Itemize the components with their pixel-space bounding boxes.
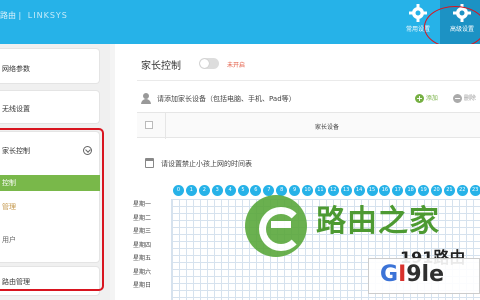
hour-chip[interactable]: 5 xyxy=(237,185,249,196)
divider xyxy=(137,80,480,81)
device-prompt: 请添加家长设备（包括电脑、手机、Pad等） xyxy=(157,95,296,103)
hour-chip[interactable]: 14 xyxy=(353,185,365,196)
parental-control-toggle[interactable] xyxy=(199,58,219,69)
hour-chip[interactable]: 16 xyxy=(379,185,391,196)
hour-chip[interactable]: 11 xyxy=(314,185,326,196)
hour-chip[interactable]: 4 xyxy=(224,185,236,196)
highlight-ring xyxy=(424,6,480,48)
hour-chip[interactable]: 15 xyxy=(366,185,378,196)
day-label: 星期三 xyxy=(133,228,152,235)
hour-chip[interactable]: 6 xyxy=(250,185,262,196)
day-label: 星期四 xyxy=(133,241,152,249)
top-bar: 路由 | LINKSYS 常用设置 高级设置 xyxy=(0,0,480,48)
hour-chip[interactable]: 9 xyxy=(289,185,301,196)
day-label: 星期一 xyxy=(133,201,152,208)
hour-chip[interactable]: 1 xyxy=(185,185,197,196)
delete-device-button[interactable]: − 删除 xyxy=(453,93,476,103)
brand: 路由 | LINKSYS xyxy=(0,10,68,21)
plus-icon: + xyxy=(415,94,424,103)
hour-chip[interactable]: 12 xyxy=(327,185,339,196)
day-label: 星期日 xyxy=(133,282,152,289)
hour-chip[interactable]: 13 xyxy=(340,185,352,196)
hour-chip[interactable]: 17 xyxy=(392,185,404,196)
table-header: 家长设备 xyxy=(315,124,340,131)
hour-chip[interactable]: 22 xyxy=(456,185,468,196)
hour-chip[interactable]: 19 xyxy=(418,185,430,196)
minus-icon: − xyxy=(453,94,462,103)
watermark-line2: GI9le xyxy=(380,262,444,287)
hour-chip[interactable]: 23 xyxy=(469,185,480,196)
sidebar-item-network[interactable]: 网络参数 xyxy=(0,48,100,84)
hour-chip[interactable]: 0 xyxy=(173,185,184,196)
hour-chip[interactable]: 10 xyxy=(302,185,313,196)
hour-chip[interactable]: 18 xyxy=(405,185,417,196)
sidebar-item-wireless[interactable]: 无线设置 xyxy=(0,90,100,124)
schedule-prompt: 请设置禁止小孩上网的时间表 xyxy=(161,160,252,168)
add-label: 添加 xyxy=(425,95,438,102)
hour-chip[interactable]: 21 xyxy=(443,185,455,196)
watermark-g: G xyxy=(380,262,399,287)
day-label: 星期六 xyxy=(133,268,152,276)
day-label: 星期二 xyxy=(133,214,152,222)
page-title: 家长控制 xyxy=(141,61,181,72)
watermark-title: 路由之家 xyxy=(316,204,440,239)
sidebar-item-label: 网络参数 xyxy=(2,65,30,73)
select-all-checkbox[interactable] xyxy=(145,121,153,129)
toggle-status: 未开启 xyxy=(227,62,246,69)
day-label: 星期五 xyxy=(133,255,152,262)
watermark-logo xyxy=(245,195,307,257)
sidebar-highlight-box xyxy=(0,128,104,291)
calendar-icon xyxy=(145,158,154,168)
brand-left: 路由 | xyxy=(0,11,24,20)
toggle-knob xyxy=(200,59,209,68)
hour-chip[interactable]: 20 xyxy=(431,185,442,196)
hour-chip[interactable]: 3 xyxy=(211,185,223,196)
user-icon xyxy=(141,93,151,104)
hour-chip[interactable]: 2 xyxy=(198,185,210,196)
sidebar-item-label: 无线设置 xyxy=(2,105,30,113)
add-device-button[interactable]: + 添加 xyxy=(415,93,438,103)
delete-label: 删除 xyxy=(463,95,476,102)
column-divider xyxy=(165,113,166,139)
device-table: 家长设备 xyxy=(137,112,480,139)
watermark-le: 9le xyxy=(406,262,445,287)
brand-logo: LINKSYS xyxy=(27,11,68,20)
